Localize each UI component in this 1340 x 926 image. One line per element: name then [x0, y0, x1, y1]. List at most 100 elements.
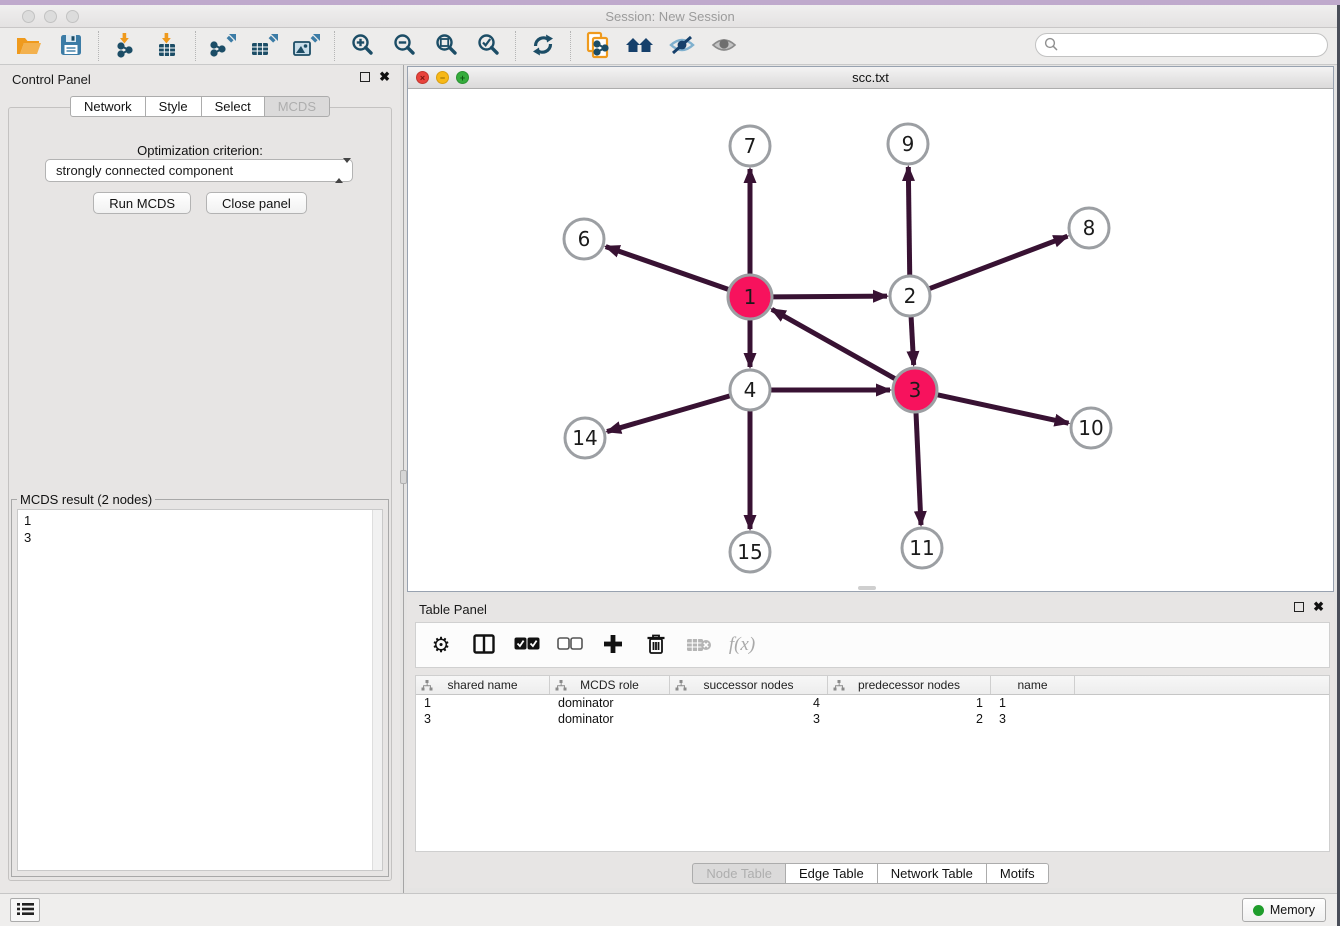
graph-edge-3-10[interactable]	[937, 395, 1068, 423]
delete-button[interactable]	[643, 632, 669, 658]
result-scrollbar[interactable]	[372, 510, 382, 870]
zoom-selected-button[interactable]	[467, 30, 509, 62]
table-cell[interactable]: 2	[828, 711, 991, 727]
first-neighbors-icon	[625, 33, 655, 60]
graph-node-4[interactable]: 4	[730, 370, 770, 410]
search-input[interactable]	[1063, 38, 1327, 52]
graph-node-8[interactable]: 8	[1069, 208, 1109, 248]
graph-edge-3-11[interactable]	[916, 413, 921, 525]
split-pane-button[interactable]	[471, 632, 497, 658]
panel-splitter[interactable]	[400, 65, 407, 893]
table-tabs: Node TableEdge TableNetwork TableMotifs	[407, 863, 1334, 884]
search-field[interactable]	[1035, 33, 1328, 57]
close-panel-button[interactable]: Close panel	[206, 192, 307, 214]
table-cell[interactable]: 3	[991, 711, 1075, 727]
splitter-grip[interactable]	[400, 470, 407, 484]
canvas-scroll-hint[interactable]	[858, 586, 876, 590]
graph-edge-2-3[interactable]	[911, 317, 914, 365]
app-titlebar: Session: New Session	[0, 5, 1340, 28]
split-pane-icon	[473, 634, 495, 657]
graph-node-1[interactable]: 1	[728, 275, 772, 319]
tab-node-table[interactable]: Node Table	[692, 863, 786, 884]
import-network-button[interactable]	[105, 30, 147, 62]
graph-edge-4-14[interactable]	[607, 396, 730, 432]
fx-icon: f(x)	[729, 634, 755, 656]
run-mcds-button[interactable]: Run MCDS	[93, 192, 191, 214]
graph-node-9[interactable]: 9	[888, 124, 928, 164]
mcds-result-lines: 1 3	[18, 510, 382, 548]
deselect-all-button[interactable]	[557, 632, 583, 658]
svg-text:3: 3	[909, 378, 922, 402]
column-header-shared-name[interactable]: shared name	[416, 676, 550, 694]
column-label: shared name	[447, 678, 517, 692]
network-window-titlebar[interactable]: × − + scc.txt	[408, 67, 1333, 89]
zoom-out-button[interactable]	[383, 30, 425, 62]
network-window-title: scc.txt	[408, 70, 1333, 85]
table-cell[interactable]: dominator	[550, 711, 670, 727]
table-cell[interactable]: 4	[670, 695, 828, 711]
graph-edge-1-6[interactable]	[606, 247, 729, 290]
control-panel-float-icon[interactable]	[360, 72, 370, 82]
column-header-MCDS-role[interactable]: MCDS role	[550, 676, 670, 694]
graph-node-2[interactable]: 2	[890, 276, 930, 316]
show-all-button[interactable]	[703, 30, 745, 62]
refresh-button[interactable]	[522, 30, 564, 62]
import-table-button[interactable]	[147, 30, 189, 62]
delete-icon	[646, 633, 666, 658]
column-header-name[interactable]: name	[991, 676, 1075, 694]
graph-edge-1-2[interactable]	[773, 296, 887, 297]
table-cell[interactable]: 3	[416, 711, 550, 727]
tab-edge-table[interactable]: Edge Table	[785, 863, 878, 884]
zoom-fit-button[interactable]	[425, 30, 467, 62]
tab-style[interactable]: Style	[145, 96, 202, 117]
graph-node-3[interactable]: 3	[893, 368, 937, 412]
tab-motifs[interactable]: Motifs	[986, 863, 1049, 884]
memory-button[interactable]: Memory	[1242, 898, 1326, 922]
select-all-button[interactable]	[514, 632, 540, 658]
graph-edge-2-9[interactable]	[908, 167, 909, 275]
fx-button: f(x)	[729, 632, 755, 658]
graph-edge-3-1[interactable]	[772, 309, 895, 378]
control-panel-close-icon[interactable]: ✖	[379, 72, 390, 82]
table-row[interactable]: 3dominator323	[416, 711, 1329, 727]
graph-node-10[interactable]: 10	[1071, 408, 1111, 448]
graph-node-7[interactable]: 7	[730, 126, 770, 166]
table-cell[interactable]: 1	[416, 695, 550, 711]
table-cell[interactable]: 1	[828, 695, 991, 711]
tab-network-table[interactable]: Network Table	[877, 863, 987, 884]
column-header-predecessor-nodes[interactable]: predecessor nodes	[828, 676, 991, 694]
control-panel-tabs: NetworkStyleSelectMCDS	[0, 96, 400, 117]
export-table-button[interactable]	[244, 30, 286, 62]
mcds-result-textarea[interactable]: 1 3	[17, 509, 383, 871]
table-cell[interactable]: dominator	[550, 695, 670, 711]
table-panel-close-icon[interactable]: ✖	[1313, 602, 1324, 612]
table-cell[interactable]: 3	[670, 711, 828, 727]
add-button[interactable]	[600, 632, 626, 658]
svg-text:2: 2	[904, 284, 917, 308]
export-image-button[interactable]	[286, 30, 328, 62]
table-cell[interactable]: 1	[991, 695, 1075, 711]
gear-button[interactable]: ⚙	[428, 632, 454, 658]
first-neighbors-button[interactable]	[619, 30, 661, 62]
clone-network-button[interactable]	[577, 30, 619, 62]
graph-edge-2-8[interactable]	[930, 236, 1068, 288]
tab-mcds[interactable]: MCDS	[264, 96, 330, 117]
open-folder-button[interactable]	[8, 30, 50, 62]
export-network-button[interactable]	[202, 30, 244, 62]
tab-network[interactable]: Network	[70, 96, 146, 117]
table-panel-float-icon[interactable]	[1294, 602, 1304, 612]
graph-node-11[interactable]: 11	[902, 528, 942, 568]
task-history-button[interactable]	[10, 898, 40, 922]
zoom-out-icon	[392, 33, 416, 59]
graph-node-15[interactable]: 15	[730, 532, 770, 572]
save-button[interactable]	[50, 30, 92, 62]
zoom-in-button[interactable]	[341, 30, 383, 62]
criterion-dropdown[interactable]: strongly connected component	[45, 159, 353, 182]
network-canvas[interactable]: 7 9 6 8 1 2 4 3 10 14 15 11	[408, 89, 1333, 591]
column-header-successor-nodes[interactable]: successor nodes	[670, 676, 828, 694]
tab-select[interactable]: Select	[201, 96, 265, 117]
hide-selected-button[interactable]	[661, 30, 703, 62]
graph-node-6[interactable]: 6	[564, 219, 604, 259]
graph-node-14[interactable]: 14	[565, 418, 605, 458]
table-row[interactable]: 1dominator411	[416, 695, 1329, 711]
